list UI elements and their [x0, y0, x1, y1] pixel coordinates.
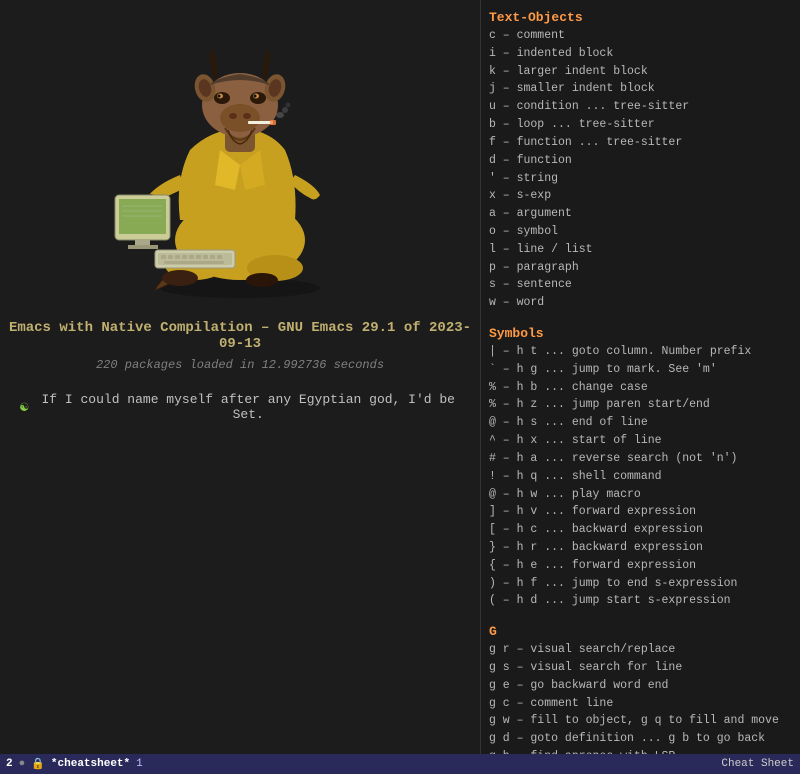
cheat-item: ^ – h x ... start of line: [489, 432, 792, 450]
cheat-item: o – symbol: [489, 223, 792, 241]
emacs-title: Emacs with Native Compilation – GNU Emac…: [0, 320, 480, 352]
cheat-item: | – h t ... goto column. Number prefix: [489, 343, 792, 361]
gnu-mascot: [100, 20, 380, 300]
left-panel: Emacs with Native Compilation – GNU Emac…: [0, 0, 480, 774]
status-dot: ●: [19, 758, 26, 770]
packages-info: 220 packages loaded in 12.992736 seconds: [96, 358, 384, 372]
cheat-item: ! – h q ... shell command: [489, 468, 792, 486]
status-mode: Cheat Sheet: [721, 758, 794, 770]
cheat-item: d – function: [489, 152, 792, 170]
cheat-item: s – sentence: [489, 276, 792, 294]
cheat-item: ) – h f ... jump to end s-expression: [489, 575, 792, 593]
cheat-item: p – paragraph: [489, 259, 792, 277]
section-spacer: [489, 610, 792, 618]
cheat-item: g r – visual search/replace: [489, 641, 792, 659]
cheat-item: u – condition ... tree-sitter: [489, 98, 792, 116]
cheat-item: j – smaller indent block: [489, 80, 792, 98]
cheat-item: a – argument: [489, 205, 792, 223]
cheat-item: % – h z ... jump paren start/end: [489, 396, 792, 414]
cheat-item: x – s-exp: [489, 187, 792, 205]
section-title-0: Text-Objects: [489, 10, 792, 25]
cheat-item: w – word: [489, 294, 792, 312]
cheat-item: ' – string: [489, 170, 792, 188]
cheat-item: @ – h w ... play macro: [489, 486, 792, 504]
cheat-item: i – indented block: [489, 45, 792, 63]
section-spacer: [489, 312, 792, 320]
cheat-item: % – h b ... change case: [489, 379, 792, 397]
cheat-item: } – h r ... backward expression: [489, 539, 792, 557]
cheat-item: k – larger indent block: [489, 63, 792, 81]
right-panel[interactable]: Text-Objects c – comment i – indented bl…: [480, 0, 800, 754]
fortune-icon: ☯: [20, 399, 28, 416]
status-num: 2: [6, 758, 13, 770]
cheat-item: g c – comment line: [489, 695, 792, 713]
app-window: Emacs with Native Compilation – GNU Emac…: [0, 0, 800, 774]
cheat-item: ` – h g ... jump to mark. See 'm': [489, 361, 792, 379]
status-col: 1: [136, 758, 143, 770]
cheat-item: [ – h c ... backward expression: [489, 521, 792, 539]
cheat-item: c – comment: [489, 27, 792, 45]
status-filename: *cheatsheet*: [51, 758, 130, 770]
section-title-2: G: [489, 624, 792, 639]
cheat-item: g e – go backward word end: [489, 677, 792, 695]
cheat-item: f – function ... tree-sitter: [489, 134, 792, 152]
cheat-item: g d – goto definition ... g b to go back: [489, 730, 792, 748]
fortune-text: If I could name myself after any Egyptia…: [36, 392, 460, 422]
status-bar: 2 ● 🔒 *cheatsheet* 1 Cheat Sheet: [0, 754, 800, 774]
section-title-1: Symbols: [489, 326, 792, 341]
cheat-item: # – h a ... reverse search (not 'n'): [489, 450, 792, 468]
main-area: Emacs with Native Compilation – GNU Emac…: [0, 0, 800, 774]
status-lock: 🔒: [31, 757, 45, 771]
cheat-item: ( – h d ... jump start s-expression: [489, 592, 792, 610]
cheat-item: g w – fill to object, g q to fill and mo…: [489, 712, 792, 730]
cheat-item: ] – h v ... forward expression: [489, 503, 792, 521]
fortune-message: ☯ If I could name myself after any Egypt…: [0, 392, 480, 422]
cheat-item: { – h e ... forward expression: [489, 557, 792, 575]
cheat-item: g s – visual search for line: [489, 659, 792, 677]
cheat-item: l – line / list: [489, 241, 792, 259]
cheat-item: @ – h s ... end of line: [489, 414, 792, 432]
cheat-item: b – loop ... tree-sitter: [489, 116, 792, 134]
